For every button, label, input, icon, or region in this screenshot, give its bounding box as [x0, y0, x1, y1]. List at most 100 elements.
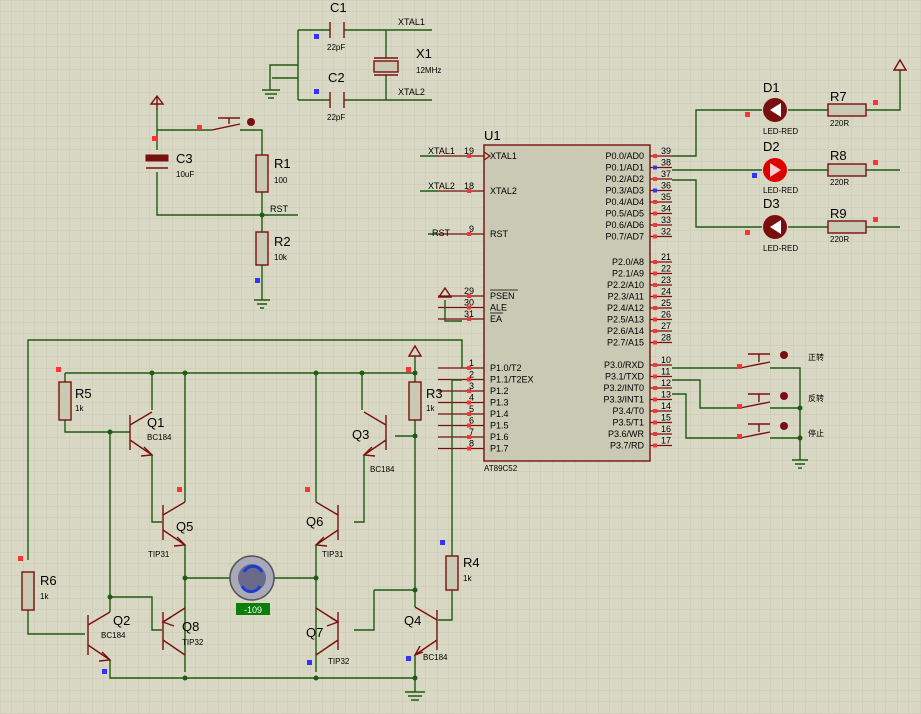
- q4-value: BC184: [423, 653, 448, 662]
- ic-pin-label: P2.5/A13: [607, 315, 644, 325]
- ic-pin-label: P2.1/A9: [612, 269, 644, 279]
- ic-pin-number: 25: [661, 298, 671, 308]
- ic-pin-state: [653, 177, 657, 181]
- ic-pin-state: [653, 374, 657, 379]
- led-d2: [763, 158, 787, 182]
- label-reverse: 反转: [808, 393, 824, 403]
- r1-value: 100: [274, 176, 288, 185]
- ic-pin-label: P1.4: [490, 409, 509, 419]
- ic-pin-label: P1.2: [490, 386, 509, 396]
- ic-pin-label: P1.1/T2EX: [490, 375, 534, 385]
- ic-pin-label: P2.0/A8: [612, 257, 644, 267]
- ic-pin-number: 12: [661, 378, 671, 388]
- ic-pin-state: [653, 386, 657, 390]
- ic-pin-label: P2.2/A10: [607, 280, 644, 290]
- ic-pin-number: 38: [661, 158, 671, 168]
- ic-pin-number: 32: [661, 227, 671, 237]
- q5-ref: Q5: [176, 519, 193, 534]
- c3-value: 10uF: [176, 170, 194, 179]
- net-label-rst-u1: RST: [432, 228, 451, 238]
- ic-pin-state: [653, 317, 657, 322]
- ic-pin-number: 27: [661, 321, 671, 331]
- motor-reading: -109: [244, 605, 262, 615]
- ic-pin-state: [653, 188, 657, 193]
- ic-pin-label: P2.7/A15: [607, 338, 644, 348]
- d1-value: LED-RED: [763, 127, 798, 136]
- ic-pin-state: [653, 306, 657, 310]
- ic-pin-label: P0.7/AD7: [605, 232, 644, 242]
- q6-value: TIP31: [322, 550, 344, 559]
- r2-ref: R2: [274, 234, 291, 249]
- d3-ref: D3: [763, 196, 780, 211]
- ic-pin-label: P3.1/TXD: [605, 372, 645, 382]
- q1-value: BC184: [147, 433, 172, 442]
- ic-pin-number: 37: [661, 169, 671, 179]
- q3-ref: Q3: [352, 427, 369, 442]
- ic-pin-label: P0.2/AD2: [605, 174, 644, 184]
- r4-ref: R4: [463, 555, 480, 570]
- ic-pin-number: 34: [661, 204, 671, 214]
- ic-pin-state: [653, 200, 657, 204]
- ic-pin-state: [653, 234, 657, 239]
- net-label-rst: RST: [270, 204, 289, 214]
- ic-pin-number: 14: [661, 401, 671, 411]
- ic-pin-label: P3.4/T0: [612, 406, 644, 416]
- c2-value: 22pF: [327, 113, 345, 122]
- ic-pin-state: [653, 340, 657, 345]
- ic-pin-state: [653, 363, 657, 367]
- r3-value: 1k: [426, 404, 435, 413]
- d2-ref: D2: [763, 139, 780, 154]
- ic-pin-number: 22: [661, 264, 671, 274]
- u1-ref: U1: [484, 128, 501, 143]
- r7-value: 220R: [830, 119, 849, 128]
- ic-pin-label: XTAL1: [490, 151, 517, 161]
- r7-ref: R7: [830, 89, 847, 104]
- ic-pin-label: P1.0/T2: [490, 363, 522, 373]
- net-label-xtal2-u1: XTAL2: [428, 181, 455, 191]
- ic-pin-label: P3.5/T1: [612, 418, 644, 428]
- ic-pin-state: [653, 432, 657, 436]
- led-d3: [763, 215, 787, 239]
- q2-ref: Q2: [113, 613, 130, 628]
- r3-ref: R3: [426, 386, 443, 401]
- ic-pin-label: P1.7: [490, 444, 509, 454]
- ic-pin-label: EA: [490, 314, 502, 324]
- ic-pin-number: 36: [661, 181, 671, 191]
- q5-value: TIP31: [148, 550, 170, 559]
- c3-ref: C3: [176, 151, 193, 166]
- ic-pin-label: P0.0/AD0: [605, 151, 644, 161]
- d3-value: LED-RED: [763, 244, 798, 253]
- ic-pin-label: P0.3/AD3: [605, 186, 644, 196]
- ic-pin-state: [653, 409, 657, 413]
- ic-pin-label: P2.3/A11: [608, 292, 644, 302]
- r8-ref: R8: [830, 148, 847, 163]
- ic-pin-state: [653, 223, 657, 227]
- dc-motor: -109: [229, 555, 275, 615]
- ic-pin-label: P3.7/RD: [610, 441, 645, 451]
- r4-value: 1k: [463, 574, 472, 583]
- ic-pin-number: 10: [661, 355, 671, 365]
- r2-value: 10k: [274, 253, 288, 262]
- ic-pin-label: PSEN: [490, 291, 515, 301]
- ic-pin-state: [653, 329, 657, 333]
- net-label-xtal1-top: XTAL1: [398, 17, 425, 27]
- ic-pin-state: [467, 189, 471, 193]
- ic-pin-label: ALE: [490, 303, 507, 313]
- x1-ref: X1: [416, 46, 432, 61]
- x1-value: 12MHz: [416, 66, 441, 75]
- r9-ref: R9: [830, 206, 847, 221]
- r1-ref: R1: [274, 156, 291, 171]
- ic-pin-number: 35: [661, 192, 671, 202]
- ic-pin-state: [467, 317, 471, 321]
- ic-pin-state: [653, 154, 657, 158]
- ic-pin-label: P3.3/INT1: [603, 395, 644, 405]
- ic-pin-label: P3.6/WR: [608, 429, 645, 439]
- q8-value: TIP32: [182, 638, 204, 647]
- q6-ref: Q6: [306, 514, 323, 529]
- led-d1: [763, 98, 787, 122]
- ic-pin-number: 23: [661, 275, 671, 285]
- ic-pin-number: 15: [661, 413, 671, 423]
- r8-value: 220R: [830, 178, 849, 187]
- c2-ref: C2: [328, 70, 345, 85]
- r5-ref: R5: [75, 386, 92, 401]
